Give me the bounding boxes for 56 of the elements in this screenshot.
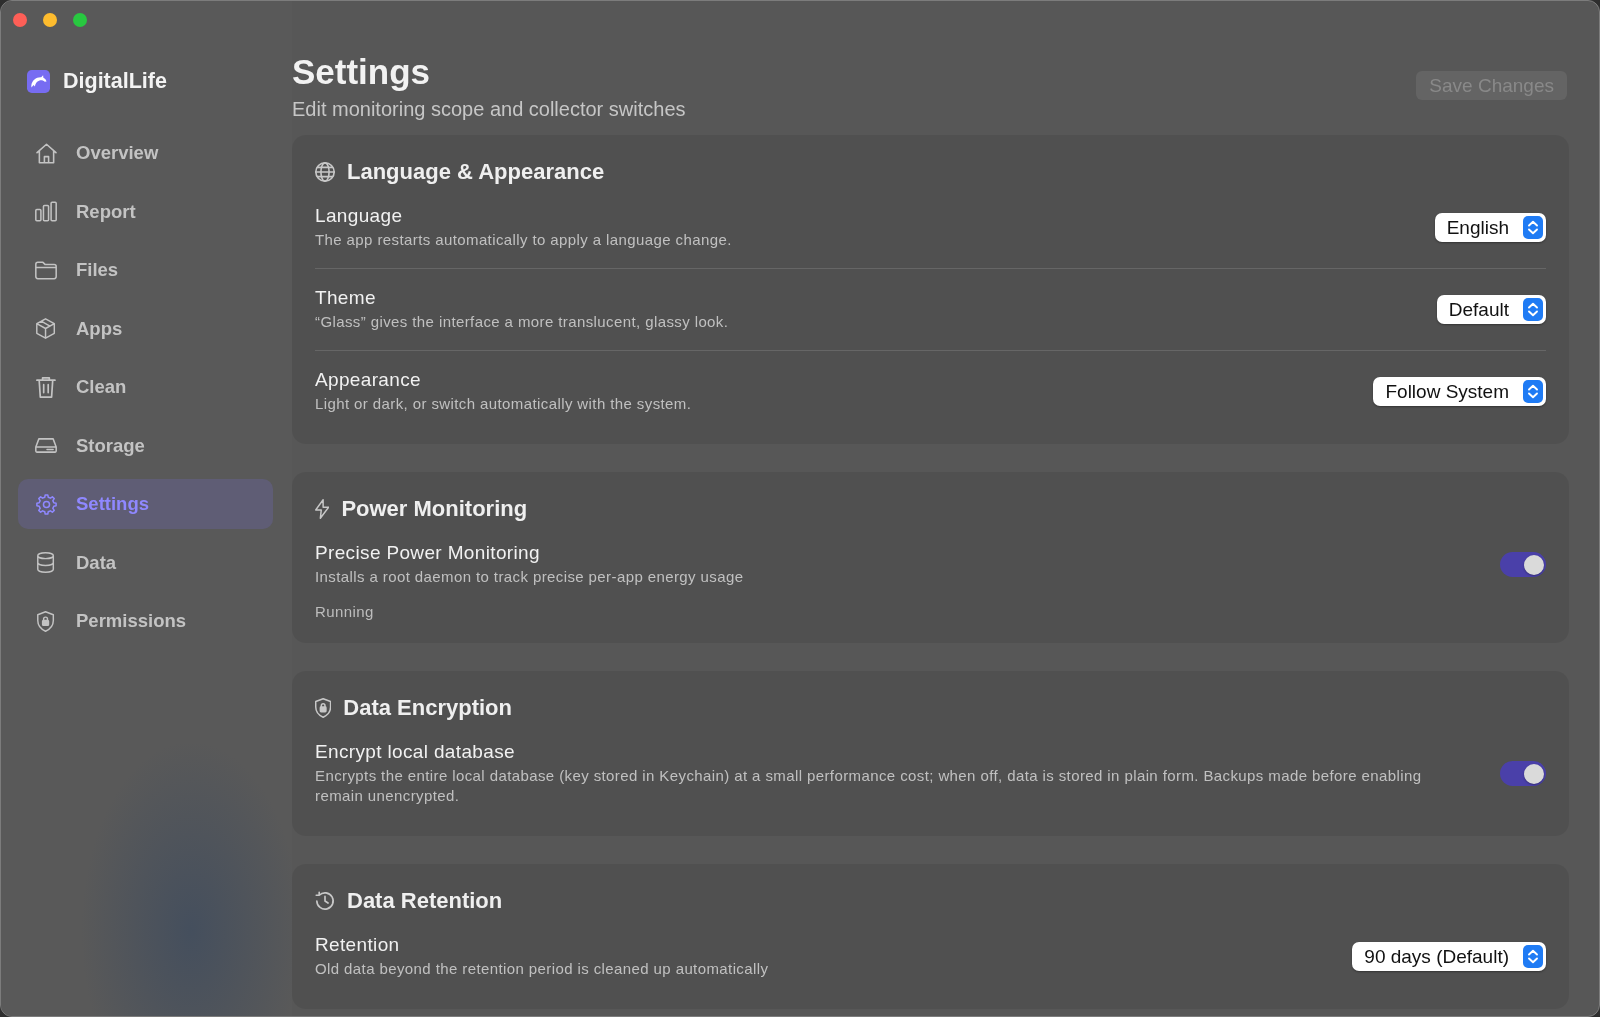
lightning-icon [315, 499, 330, 519]
minimize-button[interactable] [43, 13, 57, 27]
sidebar-item[interactable]: Settings [18, 479, 273, 529]
database-icon [37, 552, 55, 573]
history-icon [315, 891, 335, 911]
globe-icon [315, 162, 335, 182]
sidebar-item[interactable]: Files [18, 245, 273, 295]
chevron-updown-icon [1523, 380, 1543, 403]
setting-description: Installs a root daemon to track precise per-app energy usage [315, 567, 745, 587]
setting-description: Encrypts the entire local database (key stored in Keychain) at a small performance cost; when off, data is stored in plain form. Backups made before enabling remain unencrypted. [315, 766, 1423, 806]
chevron-updown-icon [1523, 298, 1543, 321]
setting-label: Retention [315, 934, 401, 956]
page-subtitle: Edit monitoring scope and collector switches [292, 97, 686, 121]
chevron-updown-icon [1523, 216, 1543, 239]
status-text: Running [315, 603, 375, 621]
sidebar-item[interactable]: Clean [18, 362, 273, 412]
sidebar-item[interactable]: Permissions [18, 596, 273, 646]
setting-description: “Glass” gives the interface a more translucent, glassy look. [315, 312, 730, 332]
setting-description: Light or dark, or switch automatically with the system. [315, 394, 693, 414]
sidebar-item[interactable]: Storage [18, 420, 273, 471]
page-title: Settings [292, 52, 432, 92]
select-dropdown[interactable]: Follow System [1373, 377, 1546, 406]
select-dropdown[interactable]: English [1434, 213, 1546, 242]
select-dropdown[interactable]: 90 days (Default) [1352, 942, 1546, 971]
section-title: Data Encryption [343, 694, 512, 722]
app-logo-icon [27, 70, 50, 93]
settings-icon [35, 493, 57, 515]
shield-lock-icon [37, 610, 55, 632]
sidebar-item[interactable]: Data [18, 537, 273, 588]
select-dropdown[interactable]: Default [1436, 295, 1546, 324]
section-title: Power Monitoring [341, 495, 528, 523]
toggle-switch[interactable] [1500, 761, 1546, 786]
section-title: Language & Appearance [347, 158, 605, 186]
toggle-switch[interactable] [1500, 552, 1546, 577]
sidebar-item[interactable]: Overview [18, 128, 273, 178]
close-button[interactable] [13, 13, 27, 27]
setting-label: Theme [315, 287, 377, 309]
zoom-button[interactable] [73, 13, 87, 27]
house-icon [35, 142, 57, 164]
drive-icon [35, 435, 57, 456]
sidebar-item[interactable]: Apps [18, 303, 273, 354]
setting-label: Language [315, 205, 404, 227]
setting-label: Encrypt local database [315, 741, 516, 763]
bar-chart-icon [35, 201, 57, 222]
trash-icon [36, 376, 56, 398]
app-name: DigitalLife [63, 69, 167, 94]
shield-lock-icon [315, 698, 332, 718]
chevron-updown-icon [1523, 945, 1543, 968]
setting-label: Precise Power Monitoring [315, 542, 541, 564]
setting-label: Appearance [315, 369, 422, 391]
sidebar-item[interactable]: Report [18, 186, 273, 237]
folder-icon [35, 259, 57, 281]
setting-description: Old data beyond the retention period is cleaned up automatically [315, 959, 770, 979]
setting-description: The app restarts automatically to apply a language change. [315, 230, 733, 250]
section-title: Data Retention [347, 887, 503, 915]
cube-icon [36, 318, 56, 339]
